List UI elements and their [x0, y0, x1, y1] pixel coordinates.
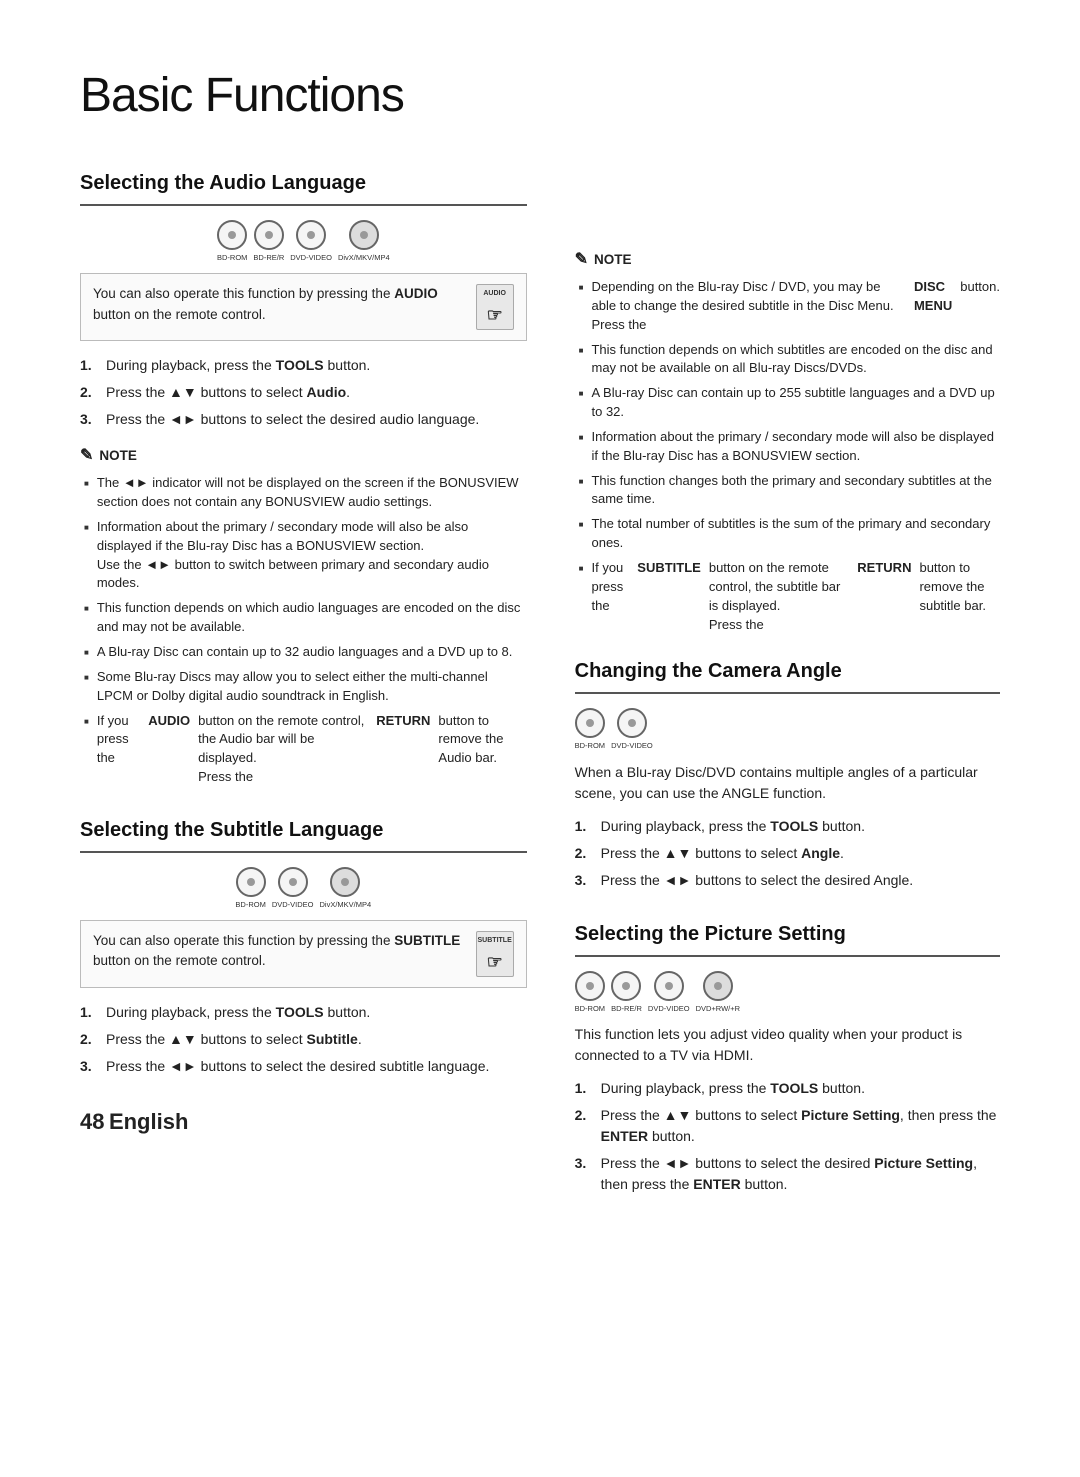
camera-angle-title: Changing the Camera Angle — [575, 656, 1000, 686]
left-column: Selecting the Audio Language BD-ROM BD-R… — [80, 168, 527, 1223]
picture-setting-title: Selecting the Picture Setting — [575, 919, 1000, 949]
camera-divider — [575, 692, 1000, 694]
subtitle-steps: 1. During playback, press the TOOLS butt… — [80, 1002, 527, 1077]
disc-icon-dvdvideo: DVD-VIDEO — [290, 220, 332, 263]
camera-step-2: 2. Press the ▲▼ buttons to select Angle. — [575, 843, 1000, 864]
subtitle-language-title: Selecting the Subtitle Language — [80, 815, 527, 845]
subtitle-note-item-3: A Blu-ray Disc can contain up to 255 sub… — [579, 384, 1000, 422]
subtitle-divider — [80, 851, 527, 853]
audio-step-2: 2. Press the ▲▼ buttons to select Audio. — [80, 382, 527, 403]
audio-note: ✎ NOTE The ◄► indicator will not be disp… — [80, 444, 527, 787]
picture-setting-section: Selecting the Picture Setting BD-ROM BD-… — [575, 919, 1000, 1195]
audio-remote-button: AUDIO ☞ — [476, 284, 514, 330]
audio-divider — [80, 204, 527, 206]
picture-intro: This function lets you adjust video qual… — [575, 1024, 1000, 1066]
page-title: Basic Functions — [80, 60, 1000, 132]
subtitle-note-item-4: Information about the primary / secondar… — [579, 428, 1000, 466]
camera-disc-icons: BD-ROM DVD-VIDEO — [575, 708, 1000, 751]
subtitle-note-item-1: Depending on the Blu-ray Disc / DVD, you… — [579, 278, 1000, 335]
picture-step-1: 1. During playback, press the TOOLS butt… — [575, 1078, 1000, 1099]
subtitle-info-box: You can also operate this function by pr… — [80, 920, 527, 988]
audio-disc-icons: BD-ROM BD-RE/R DVD-VIDEO DivX/MKV/MP4 — [80, 220, 527, 263]
picture-disc-dvdrw: DVD+RW/+R — [696, 971, 740, 1014]
audio-note-item-4: A Blu-ray Disc can contain up to 32 audi… — [84, 643, 527, 662]
subtitle-note-item-7: If you press the SUBTITLE button on the … — [579, 559, 1000, 634]
camera-disc-dvd: DVD-VIDEO — [611, 708, 653, 751]
picture-disc-icons: BD-ROM BD-RE/R DVD-VIDEO DVD+RW/+R — [575, 971, 1000, 1014]
picture-step-3: 3. Press the ◄► buttons to select the de… — [575, 1153, 1000, 1195]
camera-step-1: 1. During playback, press the TOOLS butt… — [575, 816, 1000, 837]
picture-disc-dvd: DVD-VIDEO — [648, 971, 690, 1014]
subtitle-note-item-2: This function depends on which subtitles… — [579, 341, 1000, 379]
subtitle-note-title: ✎ NOTE — [575, 248, 1000, 272]
audio-note-title: ✎ NOTE — [80, 444, 527, 468]
audio-language-title: Selecting the Audio Language — [80, 168, 527, 198]
subtitle-disc-dvd: DVD-VIDEO — [272, 867, 314, 910]
audio-step-1: 1. During playback, press the TOOLS butt… — [80, 355, 527, 376]
audio-step-3: 3. Press the ◄► buttons to select the de… — [80, 409, 527, 430]
picture-step-2: 2. Press the ▲▼ buttons to select Pictur… — [575, 1105, 1000, 1147]
right-column: ✎ NOTE Depending on the Blu-ray Disc / D… — [575, 168, 1000, 1223]
disc-icon-bdrer: BD-RE/R — [253, 220, 284, 263]
audio-note-item-6: If you press the AUDIO button on the rem… — [84, 712, 527, 787]
audio-info-text: You can also operate this function by pr… — [93, 284, 466, 325]
audio-note-item-2: Information about the primary / secondar… — [84, 518, 527, 593]
disc-icon-bdrom: BD-ROM — [217, 220, 247, 263]
subtitle-note-item-5: This function changes both the primary a… — [579, 472, 1000, 510]
audio-note-item-3: This function depends on which audio lan… — [84, 599, 527, 637]
camera-intro: When a Blu-ray Disc/DVD contains multipl… — [575, 762, 1000, 804]
subtitle-disc-bdrom: BD-ROM — [235, 867, 265, 910]
audio-language-section: Selecting the Audio Language BD-ROM BD-R… — [80, 168, 527, 787]
picture-disc-bdrer: BD-RE/R — [611, 971, 642, 1014]
subtitle-step-2: 2. Press the ▲▼ buttons to select Subtit… — [80, 1029, 527, 1050]
subtitle-remote-button: SUBTITLE ☞ — [476, 931, 514, 977]
camera-step-3: 3. Press the ◄► buttons to select the de… — [575, 870, 1000, 891]
camera-angle-section: Changing the Camera Angle BD-ROM DVD-VID… — [575, 656, 1000, 890]
disc-icon-divx: DivX/MKV/MP4 — [338, 220, 390, 263]
subtitle-disc-divx: DivX/MKV/MP4 — [320, 867, 372, 910]
subtitle-step-3: 3. Press the ◄► buttons to select the de… — [80, 1056, 527, 1077]
subtitle-disc-icons: BD-ROM DVD-VIDEO DivX/MKV/MP4 — [80, 867, 527, 910]
subtitle-step-1: 1. During playback, press the TOOLS butt… — [80, 1002, 527, 1023]
audio-steps: 1. During playback, press the TOOLS butt… — [80, 355, 527, 430]
picture-disc-bdrom: BD-ROM — [575, 971, 605, 1014]
camera-disc-bdrom: BD-ROM — [575, 708, 605, 751]
subtitle-note-list: Depending on the Blu-ray Disc / DVD, you… — [575, 278, 1000, 634]
subtitle-note-item-6: The total number of subtitles is the sum… — [579, 515, 1000, 553]
picture-divider — [575, 955, 1000, 957]
subtitle-language-section: Selecting the Subtitle Language BD-ROM D… — [80, 815, 527, 1077]
camera-steps: 1. During playback, press the TOOLS butt… — [575, 816, 1000, 891]
audio-note-item-5: Some Blu-ray Discs may allow you to sele… — [84, 668, 527, 706]
subtitle-info-text: You can also operate this function by pr… — [93, 931, 466, 972]
picture-steps: 1. During playback, press the TOOLS butt… — [575, 1078, 1000, 1195]
audio-note-item-1: The ◄► indicator will not be displayed o… — [84, 474, 527, 512]
audio-note-list: The ◄► indicator will not be displayed o… — [80, 474, 527, 787]
subtitle-note: ✎ NOTE Depending on the Blu-ray Disc / D… — [575, 248, 1000, 634]
audio-info-box: You can also operate this function by pr… — [80, 273, 527, 341]
page-number: 48 English — [80, 1105, 527, 1138]
